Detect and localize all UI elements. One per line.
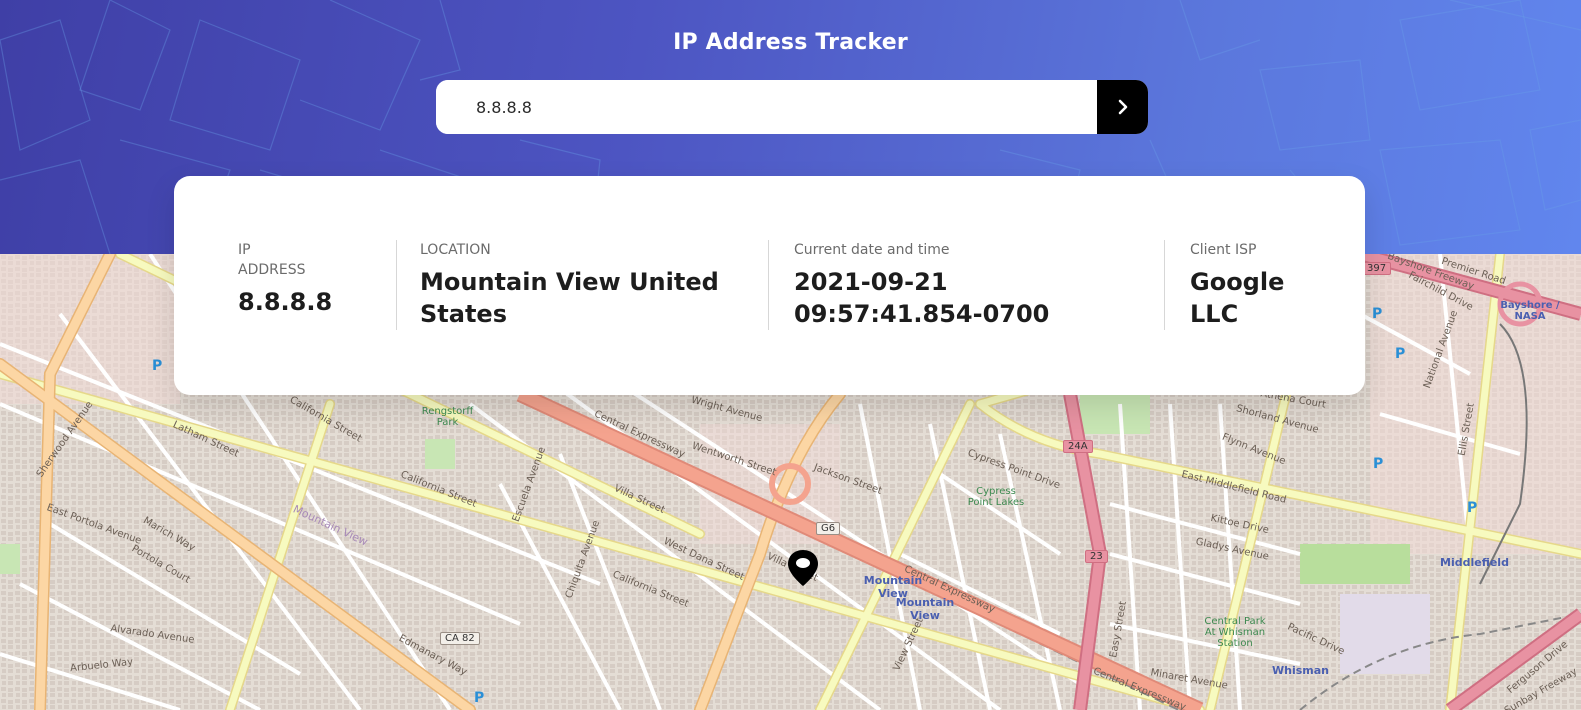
chevron-right-icon <box>1118 99 1127 115</box>
datetime-value-line: 09:57:41.854-0700 <box>794 300 1050 328</box>
location-value: Mountain View United States <box>420 266 720 330</box>
location-pin-icon[interactable] <box>786 548 820 588</box>
location-value-line: Mountain View United <box>420 268 719 296</box>
ip-search-form <box>436 80 1148 134</box>
place-label: Bayshore / NASA <box>1500 300 1560 322</box>
search-submit-button[interactable] <box>1097 80 1148 134</box>
location-section: LOCATION Mountain View United States <box>420 240 720 330</box>
location-label: LOCATION <box>420 242 491 258</box>
isp-section: Client ISP Google LLC <box>1190 240 1330 330</box>
route-shield: 23 <box>1085 550 1108 563</box>
ip-address-label-line: ADDRESS <box>238 262 306 278</box>
location-value-line: States <box>420 300 507 328</box>
parking-icon: P <box>1467 500 1478 516</box>
place-label: Mountain View <box>895 596 955 622</box>
datetime-section: Current date and time 2021-09-21 09:57:4… <box>794 240 1134 330</box>
datetime-value-line: 2021-09-21 <box>794 268 948 296</box>
place-label: Middlefield <box>1440 556 1509 569</box>
park-label: Rengstorff Park <box>421 406 474 428</box>
ip-address-section: IP ADDRESS 8.8.8.8 <box>238 240 358 318</box>
isp-value-line: Google <box>1190 268 1285 296</box>
park-label: Central Park At Whisman Station <box>1204 616 1266 649</box>
datetime-value: 2021-09-21 09:57:41.854-0700 <box>794 266 1134 330</box>
datetime-label: Current date and time <box>794 242 950 258</box>
place-label: Whisman <box>1272 664 1329 677</box>
ip-info-card: IP ADDRESS 8.8.8.8 LOCATION Mountain Vie… <box>174 176 1365 395</box>
route-shield: 397 <box>1362 262 1392 275</box>
ip-address-label: IP ADDRESS <box>238 240 358 280</box>
ip-address-value: 8.8.8.8 <box>238 288 333 316</box>
parking-icon: P <box>1372 306 1383 322</box>
divider <box>1164 240 1165 330</box>
parking-icon: P <box>1395 346 1406 362</box>
divider <box>396 240 397 330</box>
ip-address-label-line: IP <box>238 242 251 258</box>
parking-icon: P <box>152 358 163 374</box>
isp-label: Client ISP <box>1190 242 1257 258</box>
parking-icon: P <box>1373 456 1384 472</box>
route-shield: CA 82 <box>440 632 480 645</box>
park-label: Cypress Point Lakes <box>967 486 1025 508</box>
ip-search-input[interactable] <box>436 80 1097 134</box>
isp-value-line: LLC <box>1190 300 1239 328</box>
divider <box>768 240 769 330</box>
route-shield: G6 <box>816 522 841 535</box>
parking-icon: P <box>474 690 485 706</box>
isp-value: Google LLC <box>1190 266 1330 330</box>
page-title: IP Address Tracker <box>673 30 908 55</box>
route-shield: 24A <box>1063 440 1093 453</box>
